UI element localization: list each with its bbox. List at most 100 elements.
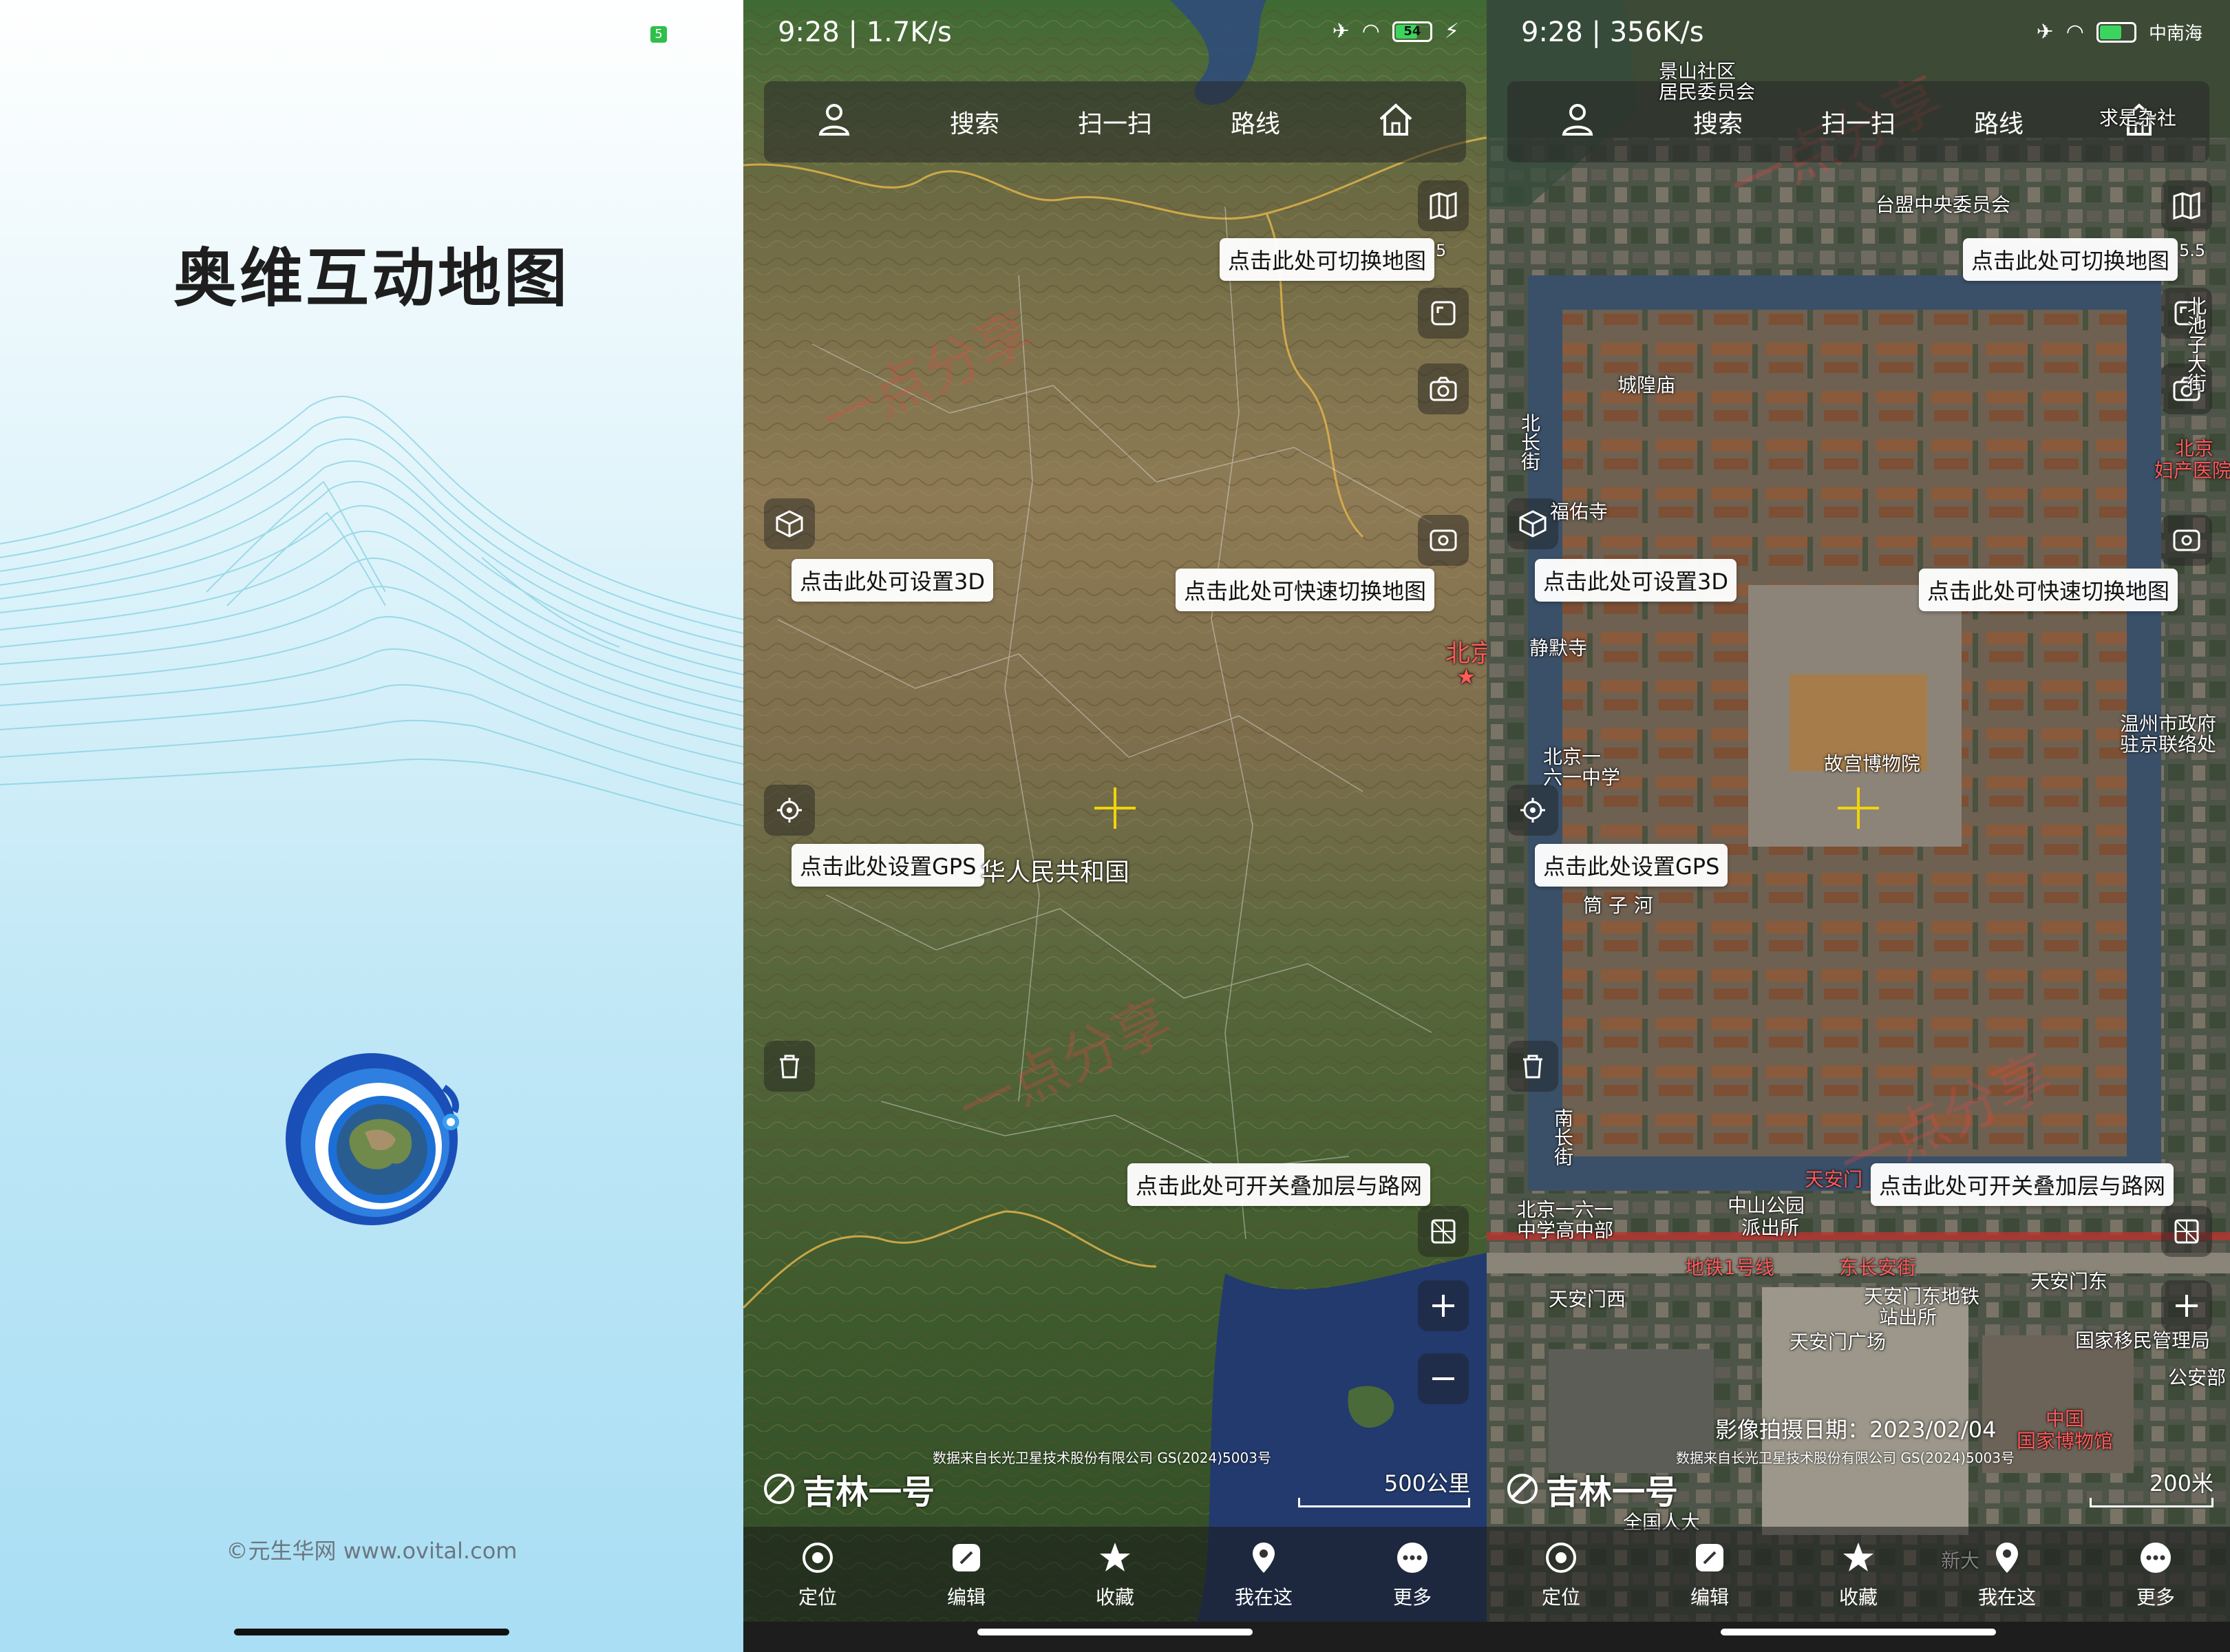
route-button[interactable]: 路线 (1185, 104, 1326, 140)
zoom-out-button[interactable] (1418, 1353, 1469, 1404)
more-icon (1397, 1543, 1427, 1573)
layers-grid-icon (1431, 1219, 1456, 1244)
tip-set-3d: 点击此处可设置3D (1535, 559, 1737, 602)
scan-button[interactable]: 扫一扫 (1788, 104, 1929, 140)
gps-settings-button[interactable] (764, 785, 815, 836)
quick-switch-button[interactable] (1418, 515, 1469, 566)
system-nav-strip (1487, 1622, 2230, 1652)
camera-icon (1430, 377, 1457, 401)
user-icon (818, 103, 850, 136)
more-icon (2141, 1543, 2171, 1573)
location-pin-icon (1996, 1543, 2018, 1573)
nav-more[interactable]: 更多 (2081, 1527, 2230, 1622)
satellite-brand: 吉林一号 (1506, 1465, 1678, 1513)
plus-icon (1432, 1295, 1454, 1317)
map-label: 北池子大街 (2185, 296, 2207, 392)
nav-here[interactable]: 我在这 (1933, 1527, 2081, 1622)
location-pin-icon (1253, 1543, 1275, 1573)
switch-camera-icon (1430, 529, 1457, 551)
home-indicator[interactable] (234, 1629, 509, 1635)
home-indicator[interactable] (977, 1629, 1253, 1635)
user-icon (1562, 103, 1593, 136)
map-label: 5.5 (2179, 241, 2206, 260)
gps-settings-button[interactable] (1507, 785, 1558, 836)
3d-button[interactable] (764, 498, 815, 549)
map-label: 中学高中部 (1517, 1219, 1614, 1242)
wifi-icon: ◠ (1361, 19, 1380, 43)
fullscreen-button[interactable] (1418, 288, 1469, 339)
overlay-toggle-button[interactable] (2161, 1206, 2212, 1257)
nav-edit[interactable]: 编辑 (1635, 1527, 1784, 1622)
bottom-navigation: 定位 编辑 收藏 我在这 更多 (1487, 1527, 2230, 1622)
gear-location-icon (777, 798, 802, 823)
layers-grid-icon (2174, 1219, 2199, 1244)
map-label: 天安门东 (2030, 1270, 2108, 1293)
locate-icon (803, 1543, 833, 1573)
map-label: 公安部 (2168, 1366, 2227, 1389)
nav-locate[interactable]: 定位 (1487, 1527, 1635, 1622)
delete-button[interactable] (764, 1041, 815, 1092)
map-label: 派出所 (1741, 1216, 1800, 1239)
tip-switch-map: 点击此处可切换地图 (1963, 238, 2178, 281)
home-indicator[interactable] (1721, 1629, 1996, 1635)
minus-icon (1432, 1377, 1454, 1380)
star-icon (1100, 1543, 1130, 1571)
zoom-in-button[interactable] (1418, 1280, 1469, 1331)
status-icons: ✈ ◠ 中南海 (2037, 19, 2202, 45)
profile-button[interactable] (1507, 98, 1648, 146)
status-time: 9:28 | 356K/s (1521, 17, 1704, 48)
map-label: 地铁1号线 (1685, 1256, 1774, 1279)
screenshot-button[interactable] (1418, 363, 1469, 414)
zoom-in-button[interactable] (2161, 1280, 2212, 1331)
bottom-navigation: 定位 编辑 收藏 我在这 更多 (743, 1527, 1487, 1622)
map-switch-button[interactable] (2161, 180, 2212, 231)
nav-more[interactable]: 更多 (1338, 1527, 1487, 1622)
airplane-icon: ✈ (2036, 20, 2054, 44)
map-label: 5 (1436, 241, 1447, 260)
system-nav-strip (743, 1622, 1487, 1652)
profile-button[interactable] (764, 98, 904, 146)
map-label: 求是杂社 (2099, 107, 2177, 129)
nav-favorite[interactable]: 收藏 (1041, 1527, 1189, 1622)
map-label: 筒 子 河 (1583, 894, 1653, 917)
quick-switch-button[interactable] (2161, 515, 2212, 566)
map-label: 北长街 (1518, 413, 1541, 471)
map-label: 国家博物馆 (2017, 1430, 2114, 1452)
trash-icon (1523, 1055, 1542, 1079)
home-button[interactable] (1326, 98, 1466, 146)
map-label: 福佑寺 (1550, 500, 1608, 523)
map-label: 六一中学 (1543, 766, 1621, 789)
status-right-text: 中南海 (2148, 23, 2202, 44)
map-label: 天安门西 (1549, 1288, 1626, 1311)
tip-set-gps: 点击此处设置GPS (792, 844, 985, 887)
wifi-icon: ◠ (2066, 20, 2084, 44)
tip-set-3d: 点击此处可设置3D (792, 559, 994, 602)
overlay-toggle-button[interactable] (1418, 1206, 1469, 1257)
map-label: 故宫博物院 (1824, 752, 1921, 775)
nav-here[interactable]: 我在这 (1189, 1527, 1338, 1622)
nav-edit[interactable]: 编辑 (892, 1527, 1041, 1622)
map-scale: 200米 (2090, 1466, 2213, 1507)
nav-locate[interactable]: 定位 (743, 1527, 892, 1622)
satellite-logo-icon (1507, 1474, 1538, 1504)
capital-star-icon: ★ (1456, 664, 1476, 690)
gear-location-icon (1520, 798, 1545, 823)
map-label: 东长安街 (1839, 1256, 1917, 1279)
map-switch-button[interactable] (1418, 180, 1469, 231)
route-button[interactable]: 路线 (1929, 104, 2069, 140)
map-label: 城隍庙 (1617, 374, 1676, 396)
satellite-logo-icon (764, 1474, 794, 1504)
search-button[interactable]: 搜索 (904, 104, 1045, 140)
search-button[interactable]: 搜索 (1648, 104, 1788, 140)
plus-icon (2176, 1295, 2198, 1317)
map-label: 天安门 (1805, 1168, 1863, 1191)
scan-button[interactable]: 扫一扫 (1045, 104, 1185, 140)
map-attribution: 数据来自长光卫星技术股份有限公司 GS(2024)5003号 (933, 1450, 1271, 1466)
delete-button[interactable] (1507, 1041, 1558, 1092)
map-label: 居民委员会 (1659, 81, 1756, 103)
home-icon (1379, 103, 1412, 136)
edit-icon (1696, 1544, 1723, 1571)
app-title: 奥维互动地图 (173, 242, 570, 315)
crosshair-icon (1094, 787, 1136, 829)
nav-favorite[interactable]: 收藏 (1784, 1527, 1933, 1622)
